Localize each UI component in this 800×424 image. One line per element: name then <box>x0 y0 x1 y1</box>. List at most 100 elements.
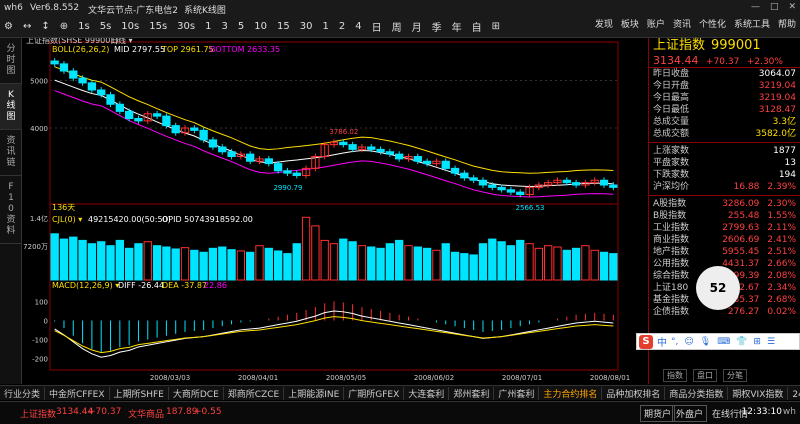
exchange-tab-14[interactable]: 24小时资讯 <box>788 387 800 400</box>
cjl-label: CJL(0) ▾ <box>52 215 82 224</box>
volume-bar <box>246 251 255 281</box>
menu-item-5[interactable]: 系统工具 <box>734 17 770 30</box>
exchange-tab-13[interactable]: 期权VIX指数 <box>728 386 789 400</box>
candle-body <box>246 153 255 162</box>
index-code: 999001 <box>711 38 761 53</box>
menu-item-1[interactable]: 板块 <box>621 17 639 30</box>
status-index1-change: +70.37 <box>88 407 122 417</box>
ime-item-icon-4[interactable]: 👕 <box>736 337 747 347</box>
toolbar-period-23[interactable]: 自 <box>472 19 482 34</box>
candle-body <box>97 89 106 96</box>
price-tick: 4000 <box>30 125 48 133</box>
toolbar-period-2[interactable]: ↕ <box>41 21 49 32</box>
quote-tab-2[interactable]: 分笔 <box>723 369 747 382</box>
sidebar-tab-0[interactable]: 分时图 <box>0 38 22 84</box>
menu-item-0[interactable]: 发现 <box>595 17 613 30</box>
toolbar-period-22[interactable]: 年 <box>452 19 462 34</box>
index-name: 上证指数 <box>653 38 706 53</box>
toolbar-period-18[interactable]: 日 <box>372 19 382 34</box>
toolbar-period-12[interactable]: 10 <box>254 21 267 32</box>
toolbar-period-13[interactable]: 15 <box>277 21 290 32</box>
ime-item-icon-5[interactable]: ⊞ <box>753 337 761 347</box>
volume-bar <box>357 245 367 281</box>
toolbar-period-20[interactable]: 月 <box>412 19 422 34</box>
exchange-tab-3[interactable]: 大商所DCE <box>169 386 224 400</box>
exchange-tab-8[interactable]: 郑州套利 <box>449 386 495 400</box>
exchange-tab-7[interactable]: 大连套利 <box>404 386 450 400</box>
toolbar-period-3[interactable]: ⊕ <box>60 21 68 32</box>
cjl-volume: 49215420.00(50:50) <box>88 215 171 224</box>
exchange-tab-12[interactable]: 商品分类指数 <box>665 386 729 400</box>
rows3-row-2: 工业指数 2799.63 2.11% <box>649 222 800 234</box>
exchange-tab-10[interactable]: 主力合约排名 <box>539 386 603 400</box>
menu-item-4[interactable]: 个性化 <box>699 17 726 30</box>
toolbar-period-11[interactable]: 5 <box>238 21 244 32</box>
stat-label: 总成交额 <box>653 129 690 139</box>
toolbar-period-8[interactable]: 30s <box>177 21 195 32</box>
kline-chart[interactable]: 上证指数(SHSE 999001)日线 ▾BOLL(26,26,2) MID 27… <box>22 38 648 384</box>
candle-body <box>218 146 227 153</box>
ime-item-icon-2[interactable]: 🎙 <box>700 337 711 347</box>
minimize-button[interactable]: — <box>751 2 760 12</box>
sidebar-tab-3[interactable]: F10资料 <box>0 176 22 244</box>
toolbar-period-9[interactable]: 1 <box>205 21 211 32</box>
status-index2-change: +0.55 <box>194 407 222 417</box>
ime-toolbar[interactable]: S 中 °, ☺ 🎙 ⌨ 👕 ⊞ ☰ <box>636 333 800 350</box>
close-button[interactable]: ✕ <box>788 2 796 12</box>
exchange-tab-5[interactable]: 上期能源INE <box>284 386 345 400</box>
candle-body <box>450 167 460 174</box>
ime-item-icon-3[interactable]: ⌨ <box>717 337 730 347</box>
toolbar-period-5[interactable]: 5s <box>100 21 112 32</box>
sidebar-tab-1[interactable]: K线图 <box>0 84 22 130</box>
toolbar-period-0[interactable]: ⚙ <box>4 21 13 32</box>
quote-tab-1[interactable]: 盘口 <box>693 369 717 382</box>
toolbar-period-14[interactable]: 30 <box>300 21 313 32</box>
menu-item-2[interactable]: 账户 <box>647 17 665 30</box>
stat-extra: 2.30% <box>767 199 796 209</box>
ime-mode[interactable]: 中 <box>657 334 667 349</box>
menu-item-3[interactable]: 资讯 <box>673 17 691 30</box>
toolbar-period-10[interactable]: 3 <box>221 21 227 32</box>
volume-bar <box>115 239 124 281</box>
menu-item-6[interactable]: 帮助 <box>778 17 796 30</box>
ime-item-icon-6[interactable]: ☰ <box>767 337 775 347</box>
macd-label: MACD(12,26,9) ▾ <box>52 281 119 290</box>
futures-account-button[interactable]: 期货户 <box>640 405 676 422</box>
candle-body <box>78 77 87 84</box>
maximize-button[interactable]: □ <box>770 2 779 12</box>
stat-label: 地产指数 <box>653 247 690 257</box>
candle-body <box>599 179 609 186</box>
exchange-tab-1[interactable]: 中金所CFFEX <box>45 386 110 400</box>
candle-body <box>571 182 581 186</box>
candle-body <box>152 113 162 117</box>
volume-bar <box>134 243 143 281</box>
ime-item-icon-1[interactable]: ☺ <box>684 337 693 347</box>
volume-bar <box>441 243 450 281</box>
toolbar-period-24[interactable]: ⊞ <box>492 21 500 32</box>
exchange-tab-11[interactable]: 品种加权排名 <box>602 386 666 400</box>
toolbar-period-1[interactable]: ↔ <box>23 21 31 32</box>
candle-body <box>395 153 404 160</box>
toolbar-period-6[interactable]: 10s <box>121 21 139 32</box>
toolbar-period-4[interactable]: 1s <box>78 21 90 32</box>
stat-label: 昨日收盘 <box>653 69 690 79</box>
stat-extra: 2.11% <box>767 223 796 233</box>
foreign-account-button[interactable]: 外盘户 <box>672 405 708 422</box>
toolbar-period-19[interactable]: 周 <box>392 19 402 34</box>
toolbar-period-7[interactable]: 15s <box>149 21 167 32</box>
toolbar-period-16[interactable]: 2 <box>339 21 345 32</box>
ime-item-icon-0[interactable]: °, <box>671 337 678 347</box>
network-indicator[interactable]: 52 <box>696 266 740 310</box>
sidebar-tab-2[interactable]: 资讯链 <box>0 130 22 176</box>
exchange-tab-9[interactable]: 广州套利 <box>494 386 540 400</box>
exchange-tab-2[interactable]: 上期所SHFE <box>110 386 169 400</box>
toolbar-period-21[interactable]: 季 <box>432 19 442 34</box>
quote-tab-0[interactable]: 指数 <box>663 369 687 382</box>
exchange-tab-4[interactable]: 郑商所CZCE <box>224 386 285 400</box>
exchange-tab-0[interactable]: 行业分类 <box>0 386 46 400</box>
quote-price-row: 3134.44 +70.37 +2.30% <box>649 54 800 68</box>
toolbar-period-15[interactable]: 1 <box>322 21 328 32</box>
exchange-tab-6[interactable]: 广期所GFEX <box>344 386 405 400</box>
volume-bar <box>432 249 441 281</box>
toolbar-period-17[interactable]: 4 <box>355 21 361 32</box>
